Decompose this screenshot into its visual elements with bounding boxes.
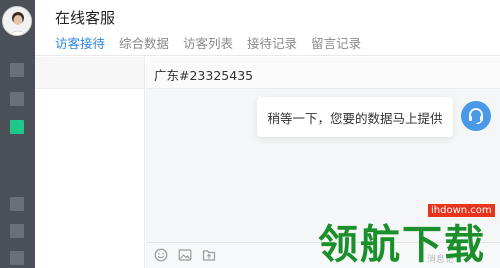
image-icon[interactable] xyxy=(178,248,192,262)
emoji-icon[interactable] xyxy=(154,248,168,262)
tab-visitor-reception[interactable]: 访客接待 xyxy=(55,33,106,60)
headset-icon xyxy=(469,108,483,125)
tab-bar: 访客接待 综合数据 访客列表 接待记录 留言记录 xyxy=(55,33,361,60)
visitor-name: 广东#23325435 xyxy=(154,68,254,83)
agent-avatar xyxy=(461,101,491,131)
page-title: 在线客服 xyxy=(55,9,116,27)
tab-message-records[interactable]: 留言记录 xyxy=(311,33,361,60)
chat-panel: 广东#23325435 稍等一下，您要的数据马上提供 消息记 xyxy=(146,57,500,268)
tab-reception-records[interactable]: 接待记录 xyxy=(247,33,297,60)
agent-message-bubble: 稍等一下，您要的数据马上提供 xyxy=(257,97,453,137)
nav-item-4[interactable] xyxy=(10,197,24,211)
conversation-list-header xyxy=(35,57,144,89)
nav-item-2[interactable] xyxy=(10,92,24,106)
composer-toolbar: 消息记 xyxy=(146,242,500,268)
nav-item-5[interactable] xyxy=(10,224,24,238)
message-text: 稍等一下，您要的数据马上提供 xyxy=(267,110,443,126)
nav-item-3[interactable] xyxy=(10,120,24,134)
file-icon[interactable] xyxy=(202,248,216,262)
tab-overview-data[interactable]: 综合数据 xyxy=(119,33,169,60)
chat-header: 广东#23325435 xyxy=(146,57,500,89)
left-nav-rail xyxy=(0,0,35,268)
app-header: 在线客服 访客接待 综合数据 访客列表 接待记录 留言记录 xyxy=(35,0,500,60)
message-history-hint: 消息记 xyxy=(426,255,454,265)
nav-item-6[interactable] xyxy=(10,251,24,265)
nav-item-1[interactable] xyxy=(10,63,24,77)
conversation-list xyxy=(35,57,145,268)
tab-visitor-list[interactable]: 访客列表 xyxy=(183,33,233,60)
avatar-photo-icon xyxy=(3,7,31,35)
user-avatar[interactable] xyxy=(2,6,32,36)
